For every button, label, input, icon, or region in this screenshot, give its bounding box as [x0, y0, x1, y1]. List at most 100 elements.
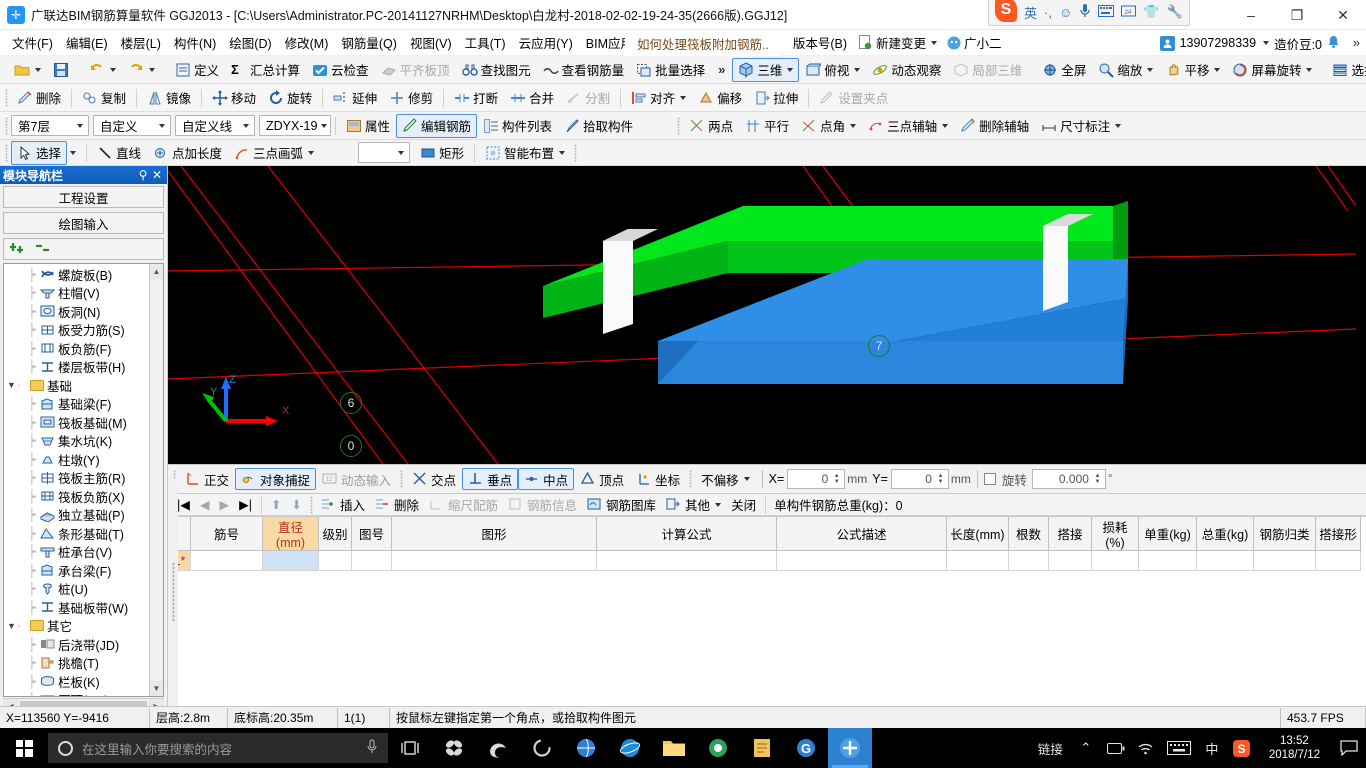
user-nick-button[interactable]: 广小二: [942, 31, 1006, 54]
tree-item[interactable]: ┝ 基础板带(W): [4, 598, 149, 617]
last-record-button[interactable]: ▶|: [234, 495, 257, 515]
keyboard-icon[interactable]: [1161, 741, 1197, 755]
menu-floor[interactable]: 楼层(L): [115, 30, 167, 55]
batch-select-button[interactable]: 批量选择: [630, 58, 711, 82]
grid-header-cell[interactable]: 搭接形: [1315, 517, 1361, 551]
menu-version[interactable]: 版本号(B): [787, 30, 853, 55]
ortho-toggle[interactable]: 正交: [179, 468, 235, 490]
menu-cloud[interactable]: 云应用(Y): [513, 30, 579, 55]
menu-component[interactable]: 构件(N): [168, 30, 222, 55]
cloud-check-button[interactable]: 云检查: [306, 58, 375, 82]
tree-item[interactable]: ┝ 筏板主筋(R): [4, 469, 149, 488]
delete-button[interactable]: 删除: [11, 86, 67, 110]
point-angle-button[interactable]: 点角: [795, 114, 862, 138]
snap-grip[interactable]: [400, 470, 404, 488]
tree-item[interactable]: ┝ 楼层板带(H): [4, 358, 149, 377]
rb-grip[interactable]: [309, 495, 313, 514]
redo-button[interactable]: [122, 58, 161, 82]
grid-header-cell[interactable]: 钢筋归类: [1253, 517, 1316, 551]
edge-icon[interactable]: [476, 728, 520, 768]
fullscreen-button[interactable]: 全屏: [1036, 58, 1092, 82]
tree-item[interactable]: ┝压顶(YD): [4, 691, 149, 696]
comp-toolbar-grip[interactable]: [5, 116, 8, 135]
tree-item[interactable]: ┝ 条形基础(T): [4, 524, 149, 543]
grid-cell[interactable]: [1091, 550, 1139, 571]
expand-all-icon[interactable]: [10, 241, 28, 258]
tree-item[interactable]: ▼ · 基础: [4, 376, 149, 395]
rotate-chevron-down-icon[interactable]: [1306, 67, 1313, 72]
rebar-table[interactable]: 筋号 直径(mm) 级别 图号 图形 计算公式 公式描述 长度(mm) 根数 搭接 损耗(%) 单重(…: [168, 517, 1361, 571]
tree-expander-icon[interactable]: ▼: [6, 380, 17, 390]
partial-3d-button[interactable]: 局部三维: [947, 58, 1028, 82]
point-length-button[interactable]: 点加长度: [147, 141, 228, 165]
battery-icon[interactable]: [1101, 742, 1131, 754]
threepoint-chevron-down-icon[interactable]: [942, 123, 949, 128]
grid-header-cell[interactable]: 根数: [1008, 517, 1049, 551]
trim-button[interactable]: 修剪: [383, 86, 439, 110]
ime-emoji-icon[interactable]: ☺: [1059, 5, 1072, 20]
tree-vertical-scrollbar[interactable]: ▲ ▼: [149, 264, 163, 696]
snap-perpendicular[interactable]: 垂点: [462, 468, 519, 490]
tree-item[interactable]: ┝ 挑檐(T): [4, 654, 149, 673]
menu-overflow-icon[interactable]: »: [1353, 35, 1360, 50]
tree-item[interactable]: ┝ 板洞(N): [4, 302, 149, 321]
tree-item[interactable]: ┝ 桩(U): [4, 580, 149, 599]
offset-grip[interactable]: [689, 470, 693, 488]
delete-axis-button[interactable]: 删除辅轴: [954, 114, 1035, 138]
align-slab-top-button[interactable]: 平齐板顶: [375, 58, 456, 82]
screen-rotate-button[interactable]: 屏幕旋转: [1226, 58, 1318, 82]
edit-rebar-button[interactable]: 编辑钢筋: [396, 113, 478, 138]
scale-rebar-button[interactable]: 缩尺配筋: [424, 495, 503, 515]
ime-punct-icon[interactable]: ·,: [1044, 5, 1052, 20]
summary-calc-button[interactable]: Σ 汇总计算: [225, 58, 306, 82]
close-button[interactable]: ✕: [1320, 0, 1366, 30]
select-chevron-down-icon[interactable]: [70, 150, 77, 155]
line-tool-button[interactable]: 直线: [91, 141, 147, 165]
grid-cell[interactable]: [190, 550, 263, 571]
y-stepper[interactable]: ▲ ▼: [935, 473, 946, 485]
rotate-checkbox[interactable]: [983, 473, 996, 485]
ime-cn-icon[interactable]: 中: [1197, 739, 1227, 758]
menu-modify[interactable]: 修改(M): [279, 30, 335, 55]
sogou-tray-icon[interactable]: S: [1227, 739, 1257, 757]
tree-item[interactable]: ┝ 柱帽(V): [4, 284, 149, 303]
find-element-button[interactable]: 查找图元: [456, 58, 537, 82]
taskbar-search[interactable]: 在这里输入你要搜索的内容: [48, 733, 388, 763]
delete-row-button[interactable]: 删除: [370, 495, 424, 515]
grid-header-cell[interactable]: 单重(kg): [1138, 517, 1197, 551]
grid-cell[interactable]: [262, 550, 319, 571]
grid-cell[interactable]: [1048, 550, 1092, 571]
offset-mode-combo[interactable]: 不偏移: [695, 468, 756, 490]
draw-toolbar-grip-end[interactable]: [574, 143, 578, 162]
collapse-all-icon[interactable]: [36, 241, 54, 258]
category-combo[interactable]: 自定义: [93, 115, 171, 136]
open-file-button[interactable]: [8, 58, 47, 82]
comptype-chevron-down-icon[interactable]: [237, 123, 252, 128]
tree-scroll-down-icon[interactable]: ▼: [149, 681, 163, 696]
grid-header-cell[interactable]: 长度(mm): [946, 517, 1009, 551]
floor-combo[interactable]: 第7层: [11, 115, 89, 136]
start-button[interactable]: [0, 728, 48, 768]
tree-item[interactable]: ▼ · 其它: [4, 617, 149, 636]
task-view-icon[interactable]: [388, 728, 432, 768]
chrome-green-icon[interactable]: [696, 728, 740, 768]
tree-item[interactable]: ┝ 基础梁(F): [4, 395, 149, 414]
pick-component-button[interactable]: 拾取构件: [558, 114, 639, 138]
grid-cell[interactable]: [946, 550, 1009, 571]
orbit-button[interactable]: 动态观察: [866, 58, 947, 82]
undo-button[interactable]: [83, 58, 122, 82]
promo-link[interactable]: 如何处理筏板附加钢筋..: [625, 30, 781, 56]
grammarly-icon[interactable]: G: [784, 728, 828, 768]
grid-cell[interactable]: [1253, 550, 1316, 571]
ime-tools-icon[interactable]: 🔧: [1166, 4, 1182, 20]
close-rebar-panel-button[interactable]: 关闭: [726, 495, 761, 515]
floor-chevron-down-icon[interactable]: [71, 123, 86, 128]
define-button[interactable]: 定义: [169, 58, 225, 82]
ime-keyboard-icon[interactable]: [1098, 4, 1115, 20]
menu-draw[interactable]: 绘图(D): [223, 30, 277, 55]
ime-voice-icon[interactable]: [1079, 3, 1091, 21]
grid-header-cell[interactable]: 公式描述: [776, 517, 947, 551]
component-chevron-down-icon[interactable]: [317, 123, 328, 128]
next-record-button[interactable]: ▶: [215, 495, 235, 515]
zoom-button[interactable]: 缩放: [1092, 58, 1159, 82]
